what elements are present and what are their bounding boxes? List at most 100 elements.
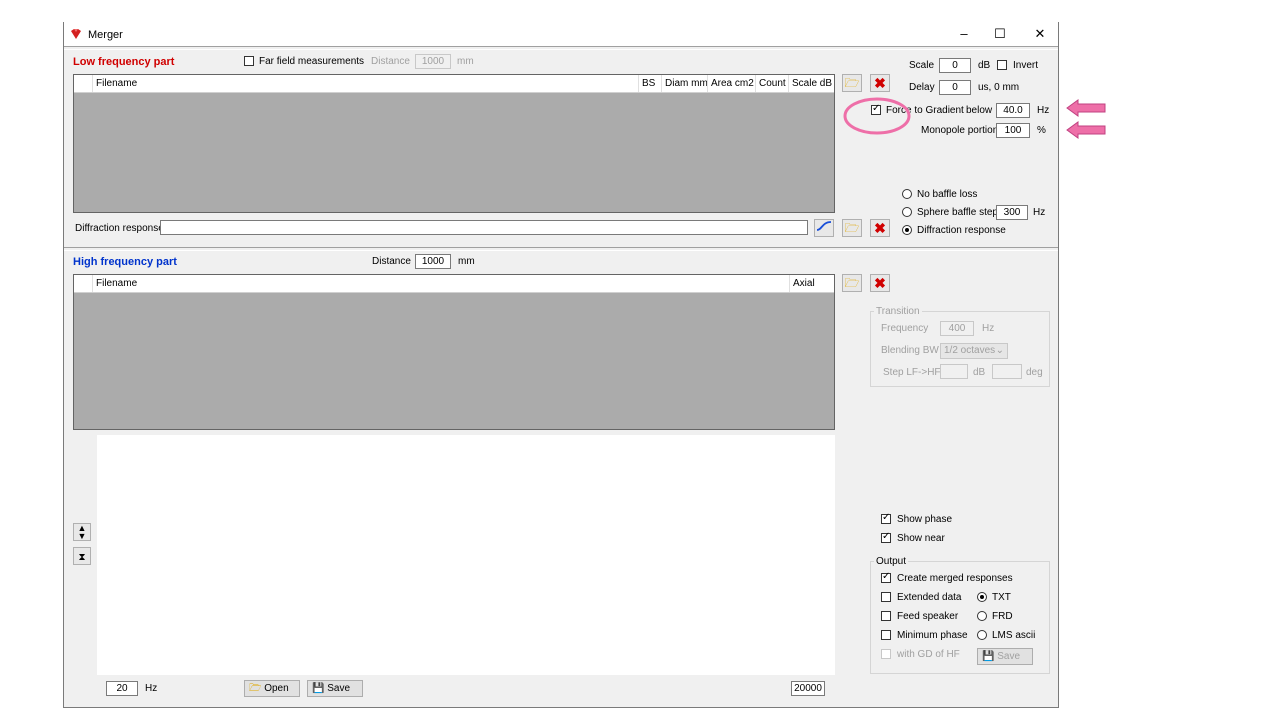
no-baffle-label: No baffle loss <box>917 189 978 200</box>
monopole-input[interactable]: 100 <box>996 123 1030 138</box>
title-divider <box>64 46 1058 50</box>
transition-title: Transition <box>874 306 922 317</box>
high-remove-button[interactable]: ✖ <box>870 274 890 292</box>
far-field-checkbox[interactable] <box>244 56 254 66</box>
monopole-unit: % <box>1037 125 1046 136</box>
folder-icon: 🗁 <box>844 221 860 235</box>
highlight-circle-annotation <box>843 97 911 135</box>
below-unit: Hz <box>1037 105 1050 116</box>
diffraction-response-radio[interactable] <box>902 225 912 235</box>
minimize-button[interactable]: – <box>946 22 982 46</box>
high-table-header: Filename Axial <box>74 275 834 293</box>
delete-icon: ✖ <box>874 275 886 291</box>
fmin-input[interactable]: 20 <box>106 681 138 696</box>
frd-radio[interactable] <box>977 611 987 621</box>
diffraction-remove-button[interactable]: ✖ <box>870 219 890 237</box>
plot-save-button[interactable]: 💾 Save <box>307 680 363 697</box>
low-open-folder-button[interactable]: 🗁 <box>842 74 862 92</box>
diffraction-response-input[interactable] <box>160 220 808 235</box>
extended-data-label: Extended data <box>897 592 962 603</box>
plot-open-button[interactable]: 🗁 Open <box>244 680 300 697</box>
chevron-down-icon: ⌄ <box>995 345 1004 356</box>
sphere-baffle-input[interactable]: 300 <box>996 205 1028 220</box>
extended-data-checkbox[interactable] <box>881 592 891 602</box>
low-col-filename[interactable]: Filename <box>92 75 140 92</box>
low-col-scale[interactable]: Scale dB <box>788 75 835 92</box>
blending-select[interactable]: 1/2 octaves ⌄ <box>940 343 1008 359</box>
delay-input[interactable]: 0 <box>939 80 971 95</box>
floppy-icon: 💾 <box>312 683 325 694</box>
low-col-diam[interactable]: Diam mm <box>661 75 711 92</box>
high-col-axial[interactable]: Axial <box>789 275 818 292</box>
maximize-button[interactable]: ☐ <box>982 22 1018 46</box>
scale-input[interactable]: 0 <box>939 58 971 73</box>
high-frequency-title: High frequency part <box>73 256 177 268</box>
invert-checkbox[interactable] <box>997 60 1007 70</box>
minimum-phase-label: Minimum phase <box>897 630 968 641</box>
below-label: below <box>966 105 993 116</box>
low-table-select-column[interactable] <box>74 75 90 92</box>
lms-radio[interactable] <box>977 630 987 640</box>
low-col-area[interactable]: Area cm2 <box>707 75 757 92</box>
zoom-vertical-button[interactable]: ▲ ▼ <box>73 523 91 541</box>
low-col-bs[interactable]: BS <box>638 75 658 92</box>
hourglass-icon: ⧗ <box>78 552 86 563</box>
high-open-folder-button[interactable]: 🗁 <box>842 274 862 292</box>
txt-radio[interactable] <box>977 592 987 602</box>
show-phase-label: Show phase <box>897 514 953 525</box>
sphere-baffle-unit: Hz <box>1033 207 1046 218</box>
low-distance-input[interactable]: 1000 <box>415 54 451 69</box>
with-gd-checkbox[interactable] <box>881 649 891 659</box>
folder-icon: 🗁 <box>844 276 860 290</box>
step-deg-input[interactable] <box>992 364 1022 379</box>
low-distance-unit: mm <box>457 56 474 67</box>
create-merged-label: Create merged responses <box>897 573 1013 584</box>
low-frequency-table[interactable]: Filename BS Diam mm Area cm2 Count Scale… <box>73 74 835 213</box>
minimum-phase-checkbox[interactable] <box>881 630 891 640</box>
step-deg-unit: deg <box>1026 367 1043 378</box>
below-input[interactable]: 40.0 <box>996 103 1030 118</box>
high-frequency-table[interactable]: Filename Axial <box>73 274 835 430</box>
low-remove-button[interactable]: ✖ <box>870 74 890 92</box>
create-merged-checkbox[interactable] <box>881 571 891 583</box>
feed-speaker-checkbox[interactable] <box>881 611 891 621</box>
feed-speaker-label: Feed speaker <box>897 611 959 622</box>
transition-frequency-label: Frequency <box>881 323 929 334</box>
app-logo-icon <box>71 29 81 39</box>
diffraction-response-label: Diffraction response <box>75 223 164 234</box>
transition-frequency-input[interactable]: 400 <box>940 321 974 336</box>
arrow-annotation-monopole <box>1066 121 1106 139</box>
fmax-input[interactable]: 20000 <box>791 681 825 696</box>
curve-icon <box>816 221 832 231</box>
no-baffle-radio[interactable] <box>902 189 912 199</box>
close-button[interactable]: ✕ <box>1022 22 1058 46</box>
step-db-unit: dB <box>973 367 986 378</box>
output-save-button[interactable]: 💾 Save <box>977 648 1033 665</box>
high-table-select-column[interactable] <box>74 275 90 292</box>
delay-unit: us, 0 mm <box>978 82 1020 93</box>
delete-icon: ✖ <box>874 75 886 91</box>
high-distance-unit: mm <box>458 256 475 267</box>
low-col-count[interactable]: Count <box>755 75 789 92</box>
show-phase-checkbox[interactable] <box>881 512 891 524</box>
show-near-checkbox[interactable] <box>881 531 891 543</box>
far-field-label: Far field measurements <box>259 56 365 67</box>
lms-label: LMS ascii <box>992 630 1036 641</box>
blending-label: Blending BW <box>881 345 939 356</box>
diffraction-curve-button[interactable] <box>814 219 834 237</box>
floppy-icon: 💾 <box>982 651 995 662</box>
fit-vertical-button[interactable]: ⧗ <box>73 547 91 565</box>
diffraction-open-button[interactable]: 🗁 <box>842 219 862 237</box>
step-db-input[interactable] <box>940 364 968 379</box>
high-distance-input[interactable]: 1000 <box>415 254 451 269</box>
high-distance-label: Distance <box>372 256 411 267</box>
low-distance-label: Distance <box>371 56 410 67</box>
response-plot[interactable] <box>97 435 835 675</box>
fmin-unit: Hz <box>145 683 158 694</box>
low-table-header: Filename BS Diam mm Area cm2 Count Scale… <box>74 75 834 93</box>
folder-icon: 🗁 <box>844 76 860 90</box>
sphere-baffle-radio[interactable] <box>902 207 912 217</box>
title-bar: Merger – ☐ ✕ <box>64 22 1058 46</box>
high-col-filename[interactable]: Filename <box>92 275 140 292</box>
delay-label: Delay <box>909 82 935 93</box>
